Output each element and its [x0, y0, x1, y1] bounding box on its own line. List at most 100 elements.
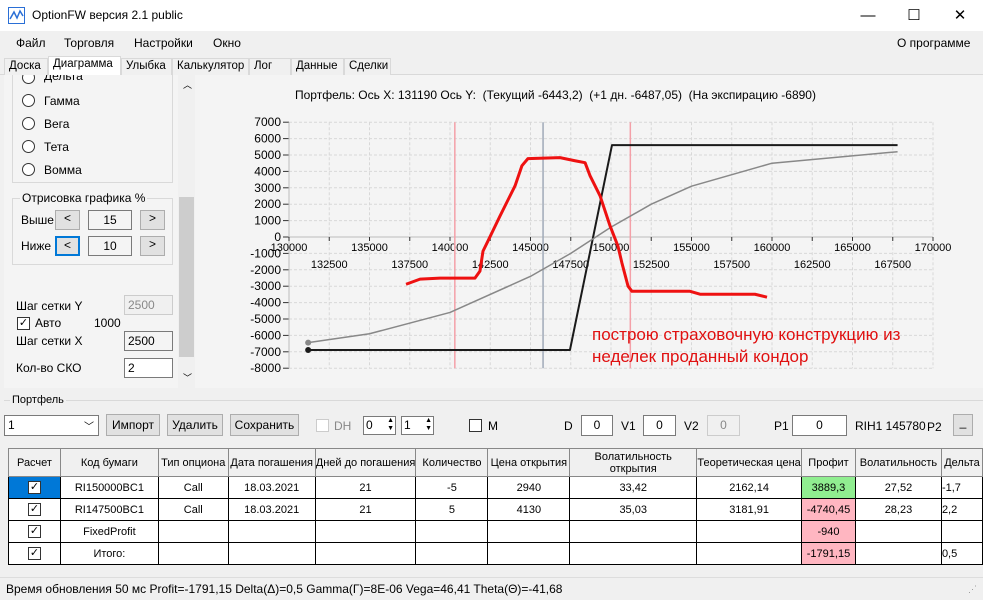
- cell-vol_open[interactable]: [569, 542, 698, 565]
- above-decrease-button[interactable]: <: [55, 210, 80, 230]
- menu-window[interactable]: Окно: [213, 36, 241, 50]
- delete-button[interactable]: Удалить: [167, 414, 223, 436]
- col-header[interactable]: Дата погашения: [227, 448, 316, 477]
- cell-profit[interactable]: -4740,45: [801, 498, 856, 521]
- col-header[interactable]: Код бумаги: [59, 448, 159, 477]
- cell-theor[interactable]: 2162,14: [696, 476, 803, 499]
- col-header[interactable]: Волатильность открытия: [569, 448, 698, 477]
- auto-checkbox[interactable]: ✓: [17, 317, 30, 330]
- tab-calculator[interactable]: Калькулятор: [172, 58, 249, 75]
- above-increase-button[interactable]: >: [140, 210, 165, 230]
- m-checkbox[interactable]: [469, 419, 482, 432]
- sko-input[interactable]: 2: [124, 358, 173, 378]
- cell-type[interactable]: Call: [157, 498, 229, 521]
- close-button[interactable]: ✕: [937, 0, 983, 31]
- cell-type[interactable]: Call: [157, 476, 229, 499]
- calc-checkbox[interactable]: ✓: [27, 481, 41, 494]
- cell-qty[interactable]: [415, 542, 489, 565]
- left-scrollbar[interactable]: ︿ ﹀: [178, 75, 195, 388]
- cell-type[interactable]: [157, 542, 229, 565]
- cell-qty[interactable]: 5: [415, 498, 489, 521]
- menu-file[interactable]: Файл: [16, 36, 46, 50]
- p2-button[interactable]: _: [953, 414, 973, 436]
- above-value[interactable]: 15: [88, 210, 132, 230]
- cell-vol[interactable]: [854, 542, 942, 565]
- calc-checkbox[interactable]: ✓: [27, 547, 41, 560]
- calc-checkbox-cell[interactable]: ✓: [8, 476, 61, 499]
- cell-profit[interactable]: -1791,15: [801, 542, 856, 565]
- calc-checkbox[interactable]: ✓: [27, 525, 41, 538]
- v2-input[interactable]: 0: [707, 415, 740, 436]
- col-header[interactable]: Тип опциона: [157, 448, 229, 477]
- cell-date[interactable]: 18.03.2021: [227, 498, 316, 521]
- col-header[interactable]: Профит: [801, 448, 856, 477]
- cell-days[interactable]: 21: [314, 476, 417, 499]
- p1-input[interactable]: 0: [792, 415, 847, 436]
- radio-gamma[interactable]: [22, 94, 35, 107]
- cell-vol_open[interactable]: [569, 520, 698, 543]
- spin-arrows-icon[interactable]: ▲ ▼: [387, 417, 394, 433]
- grid-y-input[interactable]: 2500: [124, 295, 173, 315]
- cell-vol[interactable]: [854, 520, 942, 543]
- cell-qty[interactable]: [415, 520, 489, 543]
- col-header[interactable]: Дельта: [940, 448, 983, 477]
- col-header[interactable]: Расчет: [8, 448, 61, 477]
- menu-about[interactable]: О программе: [897, 36, 970, 50]
- cell-vol_open[interactable]: 33,42: [569, 476, 698, 499]
- portfolio-select[interactable]: 1 ﹀: [4, 415, 99, 436]
- scroll-down-icon[interactable]: ﹀: [183, 371, 192, 384]
- col-header[interactable]: Теоретическая цена: [696, 448, 803, 477]
- cell-code[interactable]: Итого:: [59, 542, 159, 565]
- minimize-button[interactable]: —: [845, 0, 891, 31]
- d-input[interactable]: 0: [581, 415, 613, 436]
- calc-checkbox-cell[interactable]: ✓: [8, 520, 61, 543]
- cell-theor[interactable]: 3181,91: [696, 498, 803, 521]
- cell-price[interactable]: 2940: [487, 476, 571, 499]
- maximize-button[interactable]: ☐: [891, 0, 937, 31]
- radio-vega[interactable]: [22, 117, 35, 130]
- cell-date[interactable]: [227, 520, 316, 543]
- cell-date[interactable]: 18.03.2021: [227, 476, 316, 499]
- cell-type[interactable]: [157, 520, 229, 543]
- col-header[interactable]: Количество: [415, 448, 489, 477]
- cell-profit[interactable]: 3889,3: [801, 476, 856, 499]
- table-row[interactable]: ✓ RI147500BC1 Call 18.03.2021 21 5 4130 35,03 31…: [8, 498, 983, 521]
- below-increase-button[interactable]: >: [140, 236, 165, 256]
- dh-checkbox[interactable]: [316, 419, 329, 432]
- table-row[interactable]: ✓ Итого: -1791,15 0,5: [8, 542, 983, 565]
- tab-deals[interactable]: Сделки: [344, 58, 391, 75]
- cell-date[interactable]: [227, 542, 316, 565]
- scroll-up-icon[interactable]: ︿: [183, 78, 192, 91]
- spin-arrows-icon[interactable]: ▲ ▼: [425, 417, 432, 433]
- cell-qty[interactable]: -5: [415, 476, 489, 499]
- tab-diagram[interactable]: Диаграмма: [48, 56, 121, 76]
- calc-checkbox[interactable]: ✓: [27, 503, 41, 516]
- tab-board[interactable]: Доска: [4, 58, 48, 75]
- cell-delta[interactable]: 2,2: [940, 498, 983, 521]
- cell-theor[interactable]: [696, 542, 803, 565]
- radio-theta[interactable]: [22, 140, 35, 153]
- menu-settings[interactable]: Настройки: [134, 36, 193, 50]
- tab-data[interactable]: Данные: [291, 58, 344, 75]
- cell-theor[interactable]: [696, 520, 803, 543]
- v1-input[interactable]: 0: [643, 415, 676, 436]
- cell-delta[interactable]: -1,7: [940, 476, 983, 499]
- spin1[interactable]: 0 ▲ ▼: [363, 416, 396, 435]
- calc-checkbox-cell[interactable]: ✓: [8, 498, 61, 521]
- cell-days[interactable]: [314, 520, 417, 543]
- cell-vol[interactable]: 27,52: [854, 476, 942, 499]
- col-header[interactable]: Цена открытия: [487, 448, 571, 477]
- radio-vomma[interactable]: [22, 163, 35, 176]
- below-decrease-button[interactable]: <: [55, 236, 80, 256]
- cell-code[interactable]: FixedProfit: [59, 520, 159, 543]
- below-value[interactable]: 10: [88, 236, 132, 256]
- cell-days[interactable]: [314, 542, 417, 565]
- cell-delta[interactable]: 0,5: [940, 542, 983, 565]
- cell-vol_open[interactable]: 35,03: [569, 498, 698, 521]
- save-button[interactable]: Сохранить: [230, 414, 299, 436]
- cell-price[interactable]: [487, 520, 571, 543]
- cell-profit[interactable]: -940: [801, 520, 856, 543]
- cell-delta[interactable]: [940, 520, 983, 543]
- col-header[interactable]: Волатильность: [854, 448, 942, 477]
- calc-checkbox-cell[interactable]: ✓: [8, 542, 61, 565]
